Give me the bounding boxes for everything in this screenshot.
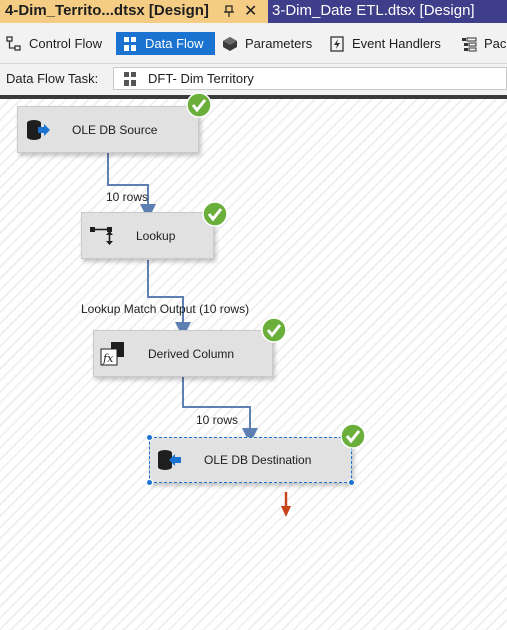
resize-handle[interactable] bbox=[146, 479, 153, 486]
data-flow-icon bbox=[121, 35, 139, 53]
ole-db-source-component[interactable]: OLE DB Source bbox=[17, 106, 199, 153]
success-check-icon bbox=[202, 201, 228, 227]
component-label: Derived Column bbox=[148, 346, 235, 361]
document-tab-strip: 4-Dim_Territo...dtsx [Design] ✕ 3-Dim_Da… bbox=[0, 0, 507, 23]
tab-label: Data Flow bbox=[145, 36, 204, 51]
tab-label: Parameters bbox=[245, 36, 313, 51]
tab-control-flow[interactable]: Control Flow bbox=[0, 32, 112, 55]
error-output-arrow bbox=[281, 492, 291, 517]
tab-label: Control Flow bbox=[29, 36, 102, 51]
tab-package-explorer[interactable]: Pac bbox=[455, 32, 507, 55]
derived-column-icon: fx bbox=[100, 341, 126, 367]
success-check-icon bbox=[186, 92, 212, 118]
component-label: Lookup bbox=[136, 228, 176, 243]
package-explorer-icon bbox=[460, 35, 478, 53]
database-destination-icon bbox=[156, 447, 182, 473]
close-icon[interactable]: ✕ bbox=[244, 1, 257, 21]
path-label-source-to-lookup[interactable]: 10 rows bbox=[106, 190, 148, 204]
svg-text:fx: fx bbox=[102, 352, 114, 365]
component-label: OLE DB Destination bbox=[204, 453, 312, 467]
path-label-lookup-to-derived[interactable]: Lookup Match Output (10 rows) bbox=[81, 302, 249, 316]
tab-data-flow[interactable]: Data Flow bbox=[116, 32, 215, 55]
path-label-derived-to-destination[interactable]: 10 rows bbox=[196, 413, 238, 427]
lookup-icon bbox=[89, 223, 115, 249]
parameters-icon bbox=[221, 35, 239, 53]
designer-tab-bar: Control Flow Data Flow Parameters Event … bbox=[0, 23, 507, 64]
derived-column-component[interactable]: fx Derived Column bbox=[93, 330, 273, 377]
data-flow-task-icon bbox=[122, 71, 138, 87]
database-source-icon bbox=[25, 117, 51, 143]
tab-title: 3-Dim_Date ETL.dtsx [Design] bbox=[272, 2, 475, 19]
path-lookup-to-derived bbox=[147, 260, 191, 338]
path-derived-to-destination bbox=[182, 376, 258, 444]
resize-handle[interactable] bbox=[348, 479, 355, 486]
tab-label: Pac bbox=[484, 36, 507, 51]
tab-event-handlers[interactable]: Event Handlers bbox=[323, 32, 453, 55]
pin-icon[interactable] bbox=[222, 3, 236, 19]
tab-label: Event Handlers bbox=[352, 36, 441, 51]
event-handlers-icon bbox=[328, 35, 346, 53]
tab-dim-territory[interactable]: 4-Dim_Territo...dtsx [Design] ✕ bbox=[0, 0, 268, 23]
resize-handle[interactable] bbox=[146, 434, 153, 441]
tab-parameters[interactable]: Parameters bbox=[216, 32, 320, 55]
lookup-component[interactable]: Lookup bbox=[81, 212, 214, 259]
data-flow-canvas[interactable]: 10 rows Lookup Match Output (10 rows) 10… bbox=[0, 92, 507, 630]
success-check-icon bbox=[340, 423, 366, 449]
data-flow-task-selector[interactable]: DFT- Dim Territory bbox=[113, 67, 507, 90]
tab-title: 4-Dim_Territo...dtsx [Design] bbox=[5, 2, 209, 19]
data-flow-task-label: Data Flow Task: bbox=[6, 71, 99, 86]
success-check-icon bbox=[261, 317, 287, 343]
control-flow-icon bbox=[5, 35, 23, 53]
tab-dim-date[interactable]: 3-Dim_Date ETL.dtsx [Design] bbox=[268, 0, 507, 23]
component-label: OLE DB Source bbox=[72, 122, 158, 137]
ole-db-destination-component[interactable]: OLE DB Destination bbox=[149, 437, 352, 483]
data-flow-task-bar: Data Flow Task: DFT- Dim Territory bbox=[0, 64, 507, 95]
data-flow-task-value: DFT- Dim Territory bbox=[148, 71, 254, 86]
